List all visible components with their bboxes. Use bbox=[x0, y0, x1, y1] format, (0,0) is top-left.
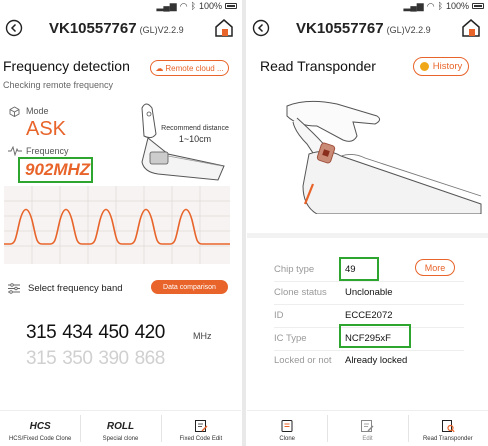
battery-icon bbox=[472, 3, 484, 9]
read-transponder-icon bbox=[441, 420, 455, 433]
bluetooth-icon: ᛒ bbox=[437, 1, 443, 11]
info-row-id: ID ECCE2072 bbox=[274, 306, 484, 326]
nav-read-transponder[interactable]: Read Transponder bbox=[407, 411, 488, 446]
status-bar: ▂▄▆ ◠ ᛒ 100% bbox=[403, 0, 484, 12]
more-button[interactable]: More bbox=[415, 259, 455, 276]
battery-level: 100% bbox=[198, 1, 222, 11]
clone-icon bbox=[281, 420, 293, 432]
clone-status-value: Unclonable bbox=[345, 287, 393, 298]
read-transponder-screen: ▂▄▆ ◠ ᛒ 100% VK10557767 (GL)V2.2.9 Read … bbox=[247, 0, 488, 446]
page-subtitle: Checking remote frequency bbox=[3, 80, 114, 90]
nav-special-clone-label: Special clone bbox=[102, 436, 139, 442]
nav-fixed-code-edit[interactable]: Fixed Code Edit bbox=[160, 411, 241, 446]
back-arrow-icon bbox=[5, 19, 23, 37]
bluetooth-icon: ᛒ bbox=[190, 1, 196, 11]
wifi-icon: ◠ bbox=[179, 0, 188, 11]
freq-number-3[interactable]: 450 bbox=[98, 322, 129, 343]
read-transponder-illustration bbox=[286, 100, 482, 214]
back-arrow-icon bbox=[252, 19, 270, 37]
signal-icon: ▂▄▆ bbox=[403, 0, 424, 11]
nav-special-clone[interactable]: ROLL Special clone bbox=[80, 411, 160, 446]
frequency-numbers-faded[interactable]: 315 350 390 868 bbox=[26, 348, 171, 370]
recommend-distance-value: 1~10cm bbox=[178, 134, 212, 144]
freq-faded-3[interactable]: 390 bbox=[98, 348, 129, 369]
remote-cloud-label: Remote cloud ... bbox=[165, 63, 224, 73]
nav-hcs-clone-label: HCS/Fixed Code Clone bbox=[8, 436, 72, 442]
back-button[interactable] bbox=[250, 17, 272, 39]
id-value: ECCE2072 bbox=[345, 310, 393, 321]
info-row-locked: Locked or not Already locked bbox=[274, 351, 484, 371]
screen-divider bbox=[242, 0, 246, 446]
remote-cloud-button[interactable]: ☁ Remote cloud ... bbox=[150, 60, 229, 76]
nav-edit-label: Edit bbox=[362, 436, 373, 442]
history-label: History bbox=[432, 61, 463, 72]
page-title: Frequency detection bbox=[3, 58, 130, 74]
clone-status-label: Clone status bbox=[274, 287, 327, 298]
chip-type-highlight-box bbox=[339, 257, 379, 281]
pulse-icon bbox=[8, 146, 22, 156]
data-comparison-button[interactable]: Data comparison bbox=[151, 280, 228, 294]
nav-edit[interactable]: Edit bbox=[327, 411, 407, 446]
device-name: VK10557767 bbox=[296, 19, 384, 37]
home-icon[interactable] bbox=[213, 17, 235, 39]
hcs-icon: HCS bbox=[29, 420, 51, 432]
section-divider bbox=[247, 233, 488, 238]
freq-number-1[interactable]: 315 bbox=[26, 322, 57, 343]
freq-number-4[interactable]: 420 bbox=[135, 322, 166, 343]
signal-icon: ▂▄▆ bbox=[156, 0, 177, 11]
frequency-value: 902MHZ bbox=[25, 160, 91, 179]
select-band-label[interactable]: Select frequency band bbox=[28, 283, 123, 294]
cube-icon bbox=[9, 106, 20, 117]
bottom-nav: HCS HCS/Fixed Code Clone ROLL Special cl… bbox=[0, 410, 241, 446]
freq-faded-1[interactable]: 315 bbox=[26, 348, 57, 369]
nav-read-transponder-label: Read Transponder bbox=[422, 436, 473, 442]
mode-label: Mode bbox=[26, 106, 49, 116]
locked-value: Already locked bbox=[345, 355, 408, 366]
sliders-icon bbox=[8, 283, 20, 294]
cloud-icon: ☁ bbox=[155, 63, 164, 73]
recommend-distance: Recommend distance 1~10cm bbox=[160, 124, 230, 144]
page-title: Read Transponder bbox=[260, 58, 376, 74]
select-band-row: Select frequency band Data comparison bbox=[0, 280, 241, 298]
row-separator bbox=[274, 281, 464, 282]
nav-clone-label: Clone bbox=[279, 436, 295, 442]
frequency-waveform bbox=[4, 186, 230, 264]
nav-fixed-code-edit-label: Fixed Code Edit bbox=[179, 436, 223, 442]
home-icon[interactable] bbox=[460, 17, 482, 39]
clock-icon bbox=[419, 62, 429, 71]
locked-label: Locked or not bbox=[274, 355, 332, 366]
wifi-icon: ◠ bbox=[426, 0, 435, 11]
header: VK10557767 (GL)V2.2.9 bbox=[0, 14, 241, 42]
chip-type-label: Chip type bbox=[274, 264, 315, 275]
row-separator bbox=[274, 304, 464, 305]
device-name: VK10557767 bbox=[49, 19, 137, 37]
ic-type-label: IC Type bbox=[274, 333, 307, 344]
battery-level: 100% bbox=[445, 1, 469, 11]
id-label: ID bbox=[274, 310, 284, 321]
info-row-clone-status: Clone status Unclonable bbox=[274, 283, 484, 303]
frequency-numbers[interactable]: 315 434 450 420 bbox=[26, 322, 171, 344]
back-button[interactable] bbox=[3, 17, 25, 39]
nav-hcs-clone[interactable]: HCS HCS/Fixed Code Clone bbox=[0, 411, 80, 446]
nav-clone[interactable]: Clone bbox=[247, 411, 327, 446]
history-button[interactable]: History bbox=[413, 57, 469, 76]
battery-icon bbox=[225, 3, 237, 9]
device-version: (GL)V2.2.9 bbox=[139, 25, 184, 35]
roll-icon: ROLL bbox=[106, 420, 135, 432]
freq-number-2[interactable]: 434 bbox=[62, 322, 93, 343]
freq-faded-4[interactable]: 868 bbox=[135, 348, 166, 369]
status-bar: ▂▄▆ ◠ ᛒ 100% bbox=[156, 0, 237, 12]
freq-faded-2[interactable]: 350 bbox=[62, 348, 93, 369]
mode-value: ASK bbox=[26, 118, 67, 140]
edit-icon bbox=[361, 420, 374, 432]
ic-type-highlight-box bbox=[339, 324, 411, 348]
frequency-label: Frequency bbox=[26, 146, 69, 156]
bottom-nav: Clone Edit Read Transponder bbox=[247, 410, 488, 446]
device-version: (GL)V2.2.9 bbox=[386, 25, 431, 35]
edit-icon bbox=[194, 420, 208, 432]
freq-unit: MHz bbox=[193, 331, 212, 341]
recommend-distance-label: Recommend distance bbox=[161, 125, 229, 132]
header: VK10557767 (GL)V2.2.9 bbox=[247, 14, 488, 42]
frequency-detection-screen: ▂▄▆ ◠ ᛒ 100% VK10557767 (GL)V2.2.9 Frequ… bbox=[0, 0, 241, 446]
